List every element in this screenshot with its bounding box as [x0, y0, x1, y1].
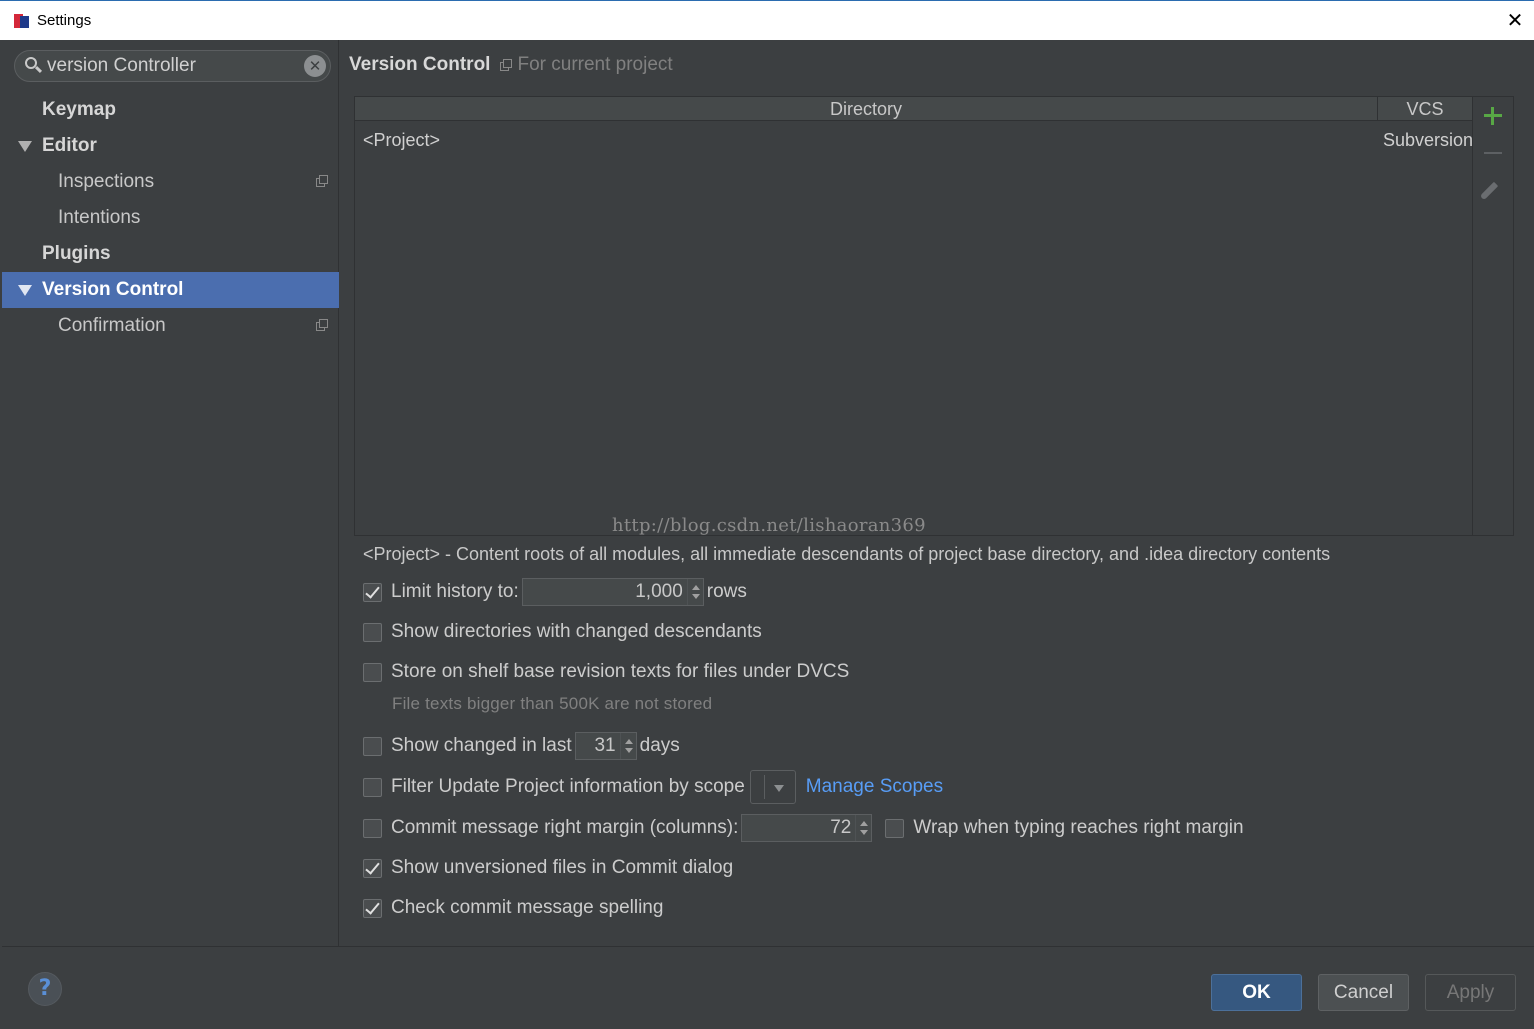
- show-changed-option: Show changed in last 31 days: [363, 731, 680, 761]
- manage-scopes-link[interactable]: Manage Scopes: [806, 776, 943, 798]
- cancel-button[interactable]: Cancel: [1318, 974, 1409, 1011]
- sidebar-item-version-control[interactable]: Version Control: [2, 272, 339, 308]
- settings-sidebar: ✕ Keymap Editor Inspections Intentions Plugi…: [2, 40, 339, 946]
- spinner-arrows-icon[interactable]: [619, 733, 636, 759]
- history-rows-spinner[interactable]: 1,000: [521, 578, 704, 606]
- wrap-typing-label: Wrap when typing reaches right margin: [913, 817, 1244, 838]
- days-value: 31: [594, 735, 616, 756]
- expand-arrow-icon[interactable]: [18, 141, 32, 152]
- close-icon[interactable]: ✕: [1504, 9, 1526, 31]
- margin-columns-value: 72: [830, 817, 852, 838]
- intellij-app-icon: [14, 13, 30, 29]
- store-shelf-hint: File texts bigger than 500K are not stor…: [392, 694, 713, 713]
- commit-margin-checkbox[interactable]: [363, 818, 382, 838]
- check-spelling-checkbox[interactable]: [363, 898, 382, 918]
- project-scope-icon: [500, 58, 513, 72]
- sidebar-item-label: Intentions: [58, 207, 141, 228]
- column-header-directory[interactable]: Directory: [355, 97, 1378, 120]
- sidebar-item-editor[interactable]: Editor: [2, 128, 339, 164]
- days-spinner[interactable]: 31: [574, 732, 637, 760]
- sidebar-item-label: Version Control: [42, 279, 184, 300]
- show-unversioned-label: Show unversioned files in Commit dialog: [391, 857, 734, 878]
- show-dirs-checkbox[interactable]: [363, 622, 382, 642]
- sidebar-item-label: Plugins: [42, 243, 111, 264]
- title-bar: Settings ✕: [0, 0, 1534, 40]
- clear-search-icon[interactable]: ✕: [304, 55, 326, 77]
- help-icon[interactable]: ?: [28, 972, 62, 1006]
- show-unversioned-checkbox[interactable]: [363, 858, 382, 878]
- ok-button[interactable]: OK: [1211, 974, 1302, 1011]
- filter-scope-label: Filter Update Project information by sco…: [391, 776, 745, 797]
- spinner-arrows-icon[interactable]: [686, 579, 703, 605]
- sidebar-item-plugins[interactable]: Plugins: [2, 236, 339, 272]
- store-shelf-checkbox[interactable]: [363, 662, 382, 682]
- scope-label: For current project: [517, 54, 673, 75]
- history-rows-value: 1,000: [635, 581, 683, 602]
- days-suffix: days: [639, 735, 680, 756]
- project-scope-icon: [316, 319, 329, 332]
- show-unversioned-option: Show unversioned files in Commit dialog: [363, 853, 733, 883]
- apply-button[interactable]: Apply: [1425, 974, 1516, 1011]
- search-icon: [23, 55, 45, 77]
- spinner-arrows-icon[interactable]: [855, 815, 871, 841]
- settings-tree: Keymap Editor Inspections Intentions Plugins…: [2, 92, 339, 344]
- show-changed-checkbox[interactable]: [363, 736, 382, 756]
- limit-history-option: Limit history to: 1,000 rows: [363, 577, 747, 607]
- table-row[interactable]: <Project> Subversion: [355, 121, 1472, 151]
- store-shelf-option: Store on shelf base revision texts for f…: [363, 657, 849, 687]
- filter-scope-checkbox[interactable]: [363, 777, 382, 797]
- sidebar-item-label: Keymap: [42, 99, 116, 120]
- margin-columns-spinner[interactable]: 72: [741, 814, 873, 842]
- settings-search: ✕: [14, 50, 331, 82]
- mappings-toolbar: [1474, 97, 1513, 535]
- window-title: Settings: [37, 12, 92, 29]
- project-scope-icon: [316, 175, 329, 188]
- sidebar-item-inspections[interactable]: Inspections: [2, 164, 339, 200]
- sidebar-item-intentions[interactable]: Intentions: [2, 200, 339, 236]
- check-spelling-label: Check commit message spelling: [391, 897, 664, 918]
- mappings-grid: Directory VCS <Project> Subversion http:…: [355, 97, 1473, 536]
- show-dirs-option: Show directories with changed descendant…: [363, 617, 762, 647]
- directory-cell: <Project>: [363, 130, 441, 150]
- edit-mapping-icon[interactable]: [1479, 181, 1499, 201]
- wrap-typing-checkbox[interactable]: [885, 818, 905, 838]
- chevron-down-icon: [773, 785, 784, 792]
- project-description: <Project> - Content roots of all modules…: [363, 544, 1331, 564]
- store-shelf-label: Store on shelf base revision texts for f…: [391, 661, 850, 682]
- page-title: Version Control: [349, 54, 491, 75]
- commit-margin-label: Commit message right margin (columns):: [391, 817, 739, 838]
- vcs-mappings-table: Directory VCS <Project> Subversion http:…: [354, 96, 1514, 536]
- breadcrumb: Version Control For current project: [349, 54, 673, 76]
- expand-arrow-icon[interactable]: [18, 285, 32, 296]
- scope-dropdown[interactable]: [749, 770, 796, 804]
- filter-scope-option: Filter Update Project information by sco…: [363, 770, 943, 804]
- watermark-text: http://blog.csdn.net/lishaoran369: [612, 515, 926, 536]
- table-header: Directory VCS: [355, 97, 1472, 121]
- remove-mapping-icon[interactable]: [1484, 152, 1502, 154]
- dialog-button-bar: ? OK Cancel Apply: [2, 946, 1534, 1029]
- search-input[interactable]: [45, 52, 304, 80]
- sidebar-item-label: Inspections: [58, 171, 155, 192]
- sidebar-item-keymap[interactable]: Keymap: [2, 92, 339, 128]
- add-mapping-icon[interactable]: [1483, 106, 1503, 126]
- check-spelling-option: Check commit message spelling: [363, 893, 663, 923]
- sidebar-item-confirmation[interactable]: Confirmation: [2, 308, 339, 344]
- sidebar-item-label: Editor: [42, 135, 97, 156]
- commit-margin-option: Commit message right margin (columns): 7…: [363, 813, 1244, 843]
- limit-history-label: Limit history to:: [391, 581, 519, 602]
- sidebar-item-label: Confirmation: [58, 315, 166, 336]
- version-control-panel: Version Control For current project Dire…: [340, 40, 1534, 946]
- show-dirs-label: Show directories with changed descendant…: [391, 621, 762, 642]
- rows-suffix: rows: [706, 581, 747, 602]
- column-header-vcs[interactable]: VCS: [1378, 97, 1472, 120]
- vcs-cell: Subversion: [1383, 130, 1472, 150]
- limit-history-checkbox[interactable]: [363, 582, 382, 602]
- show-changed-label: Show changed in last: [391, 735, 572, 756]
